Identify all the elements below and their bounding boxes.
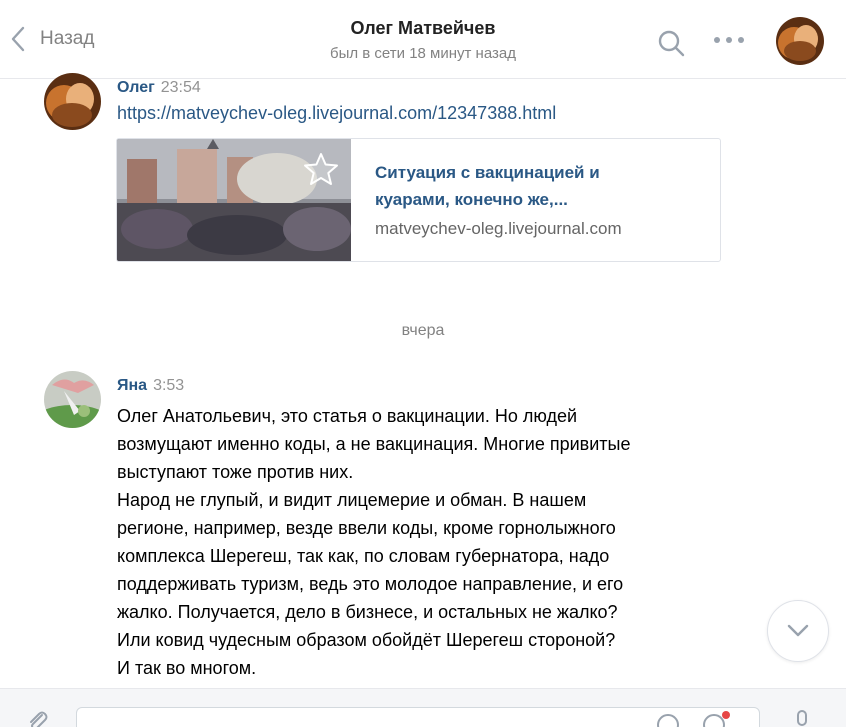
message-link[interactable]: https://matveychev-oleg.livejournal.com/… [117, 103, 556, 124]
sticker-icon[interactable] [655, 712, 681, 727]
message-line: возмущают именно коды, а не вакцинация. … [117, 434, 631, 454]
message-line: комплекса Шерегеш, так как, по словам гу… [117, 546, 610, 566]
chat-avatar[interactable] [776, 17, 824, 65]
message-header: Олег 23:54 [117, 79, 201, 97]
link-preview-title[interactable]: Ситуация с вакцинацией и куарами, конечн… [375, 159, 695, 213]
message-line: поддерживать туризм, ведь это молодое на… [117, 574, 624, 594]
scroll-down-button[interactable] [767, 600, 829, 662]
message-text: Олег Анатольевич, это статья о вакцинаци… [117, 402, 757, 682]
message-line: Народ не глупый, и видит лицемерие и обм… [117, 490, 587, 510]
author-name[interactable]: Олег [117, 79, 155, 96]
message-composer [0, 688, 846, 727]
link-preview-domain: matveychev-oleg.livejournal.com [375, 219, 622, 238]
emoji-icon[interactable] [701, 710, 731, 727]
avatar[interactable] [44, 73, 101, 130]
chat-header: Назад Олег Матвейчев был в сети 18 минут… [0, 0, 846, 79]
message-input[interactable] [76, 707, 760, 727]
chevron-down-icon [787, 624, 809, 637]
message-line: Олег Анатольевич, это статья о вакцинаци… [117, 406, 578, 426]
link-preview-card[interactable]: Ситуация с вакцинацией и куарами, конечн… [116, 138, 721, 262]
message-time[interactable]: 23:54 [161, 79, 201, 96]
message-line: выступают тоже против них. [117, 462, 354, 482]
message-time[interactable]: 3:53 [153, 377, 184, 394]
star-icon[interactable] [303, 151, 339, 187]
microphone-icon[interactable] [792, 709, 812, 727]
message-header: Яна 3:53 [117, 377, 184, 395]
message-line: И так во многом. [117, 658, 257, 678]
date-separator: вчера [401, 322, 445, 339]
search-icon[interactable] [656, 28, 686, 58]
avatar[interactable] [44, 371, 101, 428]
message-line: Или ковид чудесным образом обойдёт Шерег… [117, 630, 616, 650]
message-line: жалко. Получается, дело в бизнесе, и ост… [117, 602, 618, 622]
author-name[interactable]: Яна [117, 377, 147, 394]
paperclip-icon[interactable] [24, 707, 50, 727]
more-icon[interactable] [712, 30, 746, 50]
message-line: регионе, например, везде ввели коды, кро… [117, 518, 616, 538]
link-preview-title-line: Ситуация с вакцинацией и [375, 163, 600, 182]
link-preview-title-line: куарами, конечно же,... [375, 190, 568, 209]
